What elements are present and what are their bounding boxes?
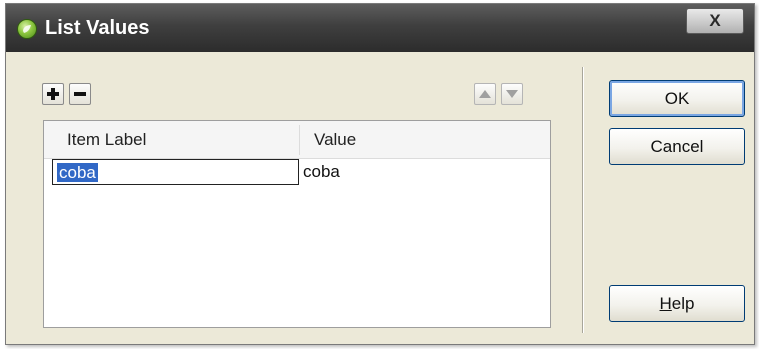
add-item-button[interactable] — [42, 83, 64, 105]
move-up-button[interactable] — [474, 83, 496, 105]
values-list[interactable]: Item Label Value coba coba — [43, 120, 551, 328]
ok-button[interactable]: OK — [609, 80, 745, 117]
minus-icon — [74, 92, 86, 96]
remove-item-button[interactable] — [69, 83, 91, 105]
move-down-button[interactable] — [501, 83, 523, 105]
column-header-value[interactable]: Value — [314, 121, 356, 158]
close-button[interactable]: X — [686, 8, 744, 34]
plus-icon — [47, 88, 59, 100]
help-button[interactable]: Help — [609, 285, 745, 322]
column-divider[interactable] — [299, 125, 300, 155]
item-label-edit-field[interactable]: coba — [52, 159, 299, 185]
triangle-down-icon — [506, 90, 518, 98]
help-button-label: Help — [659, 293, 695, 313]
item-value-cell[interactable]: coba — [303, 159, 340, 185]
list-values-dialog: List Values X Item Label Value coba coba… — [5, 3, 755, 345]
cancel-button[interactable]: Cancel — [609, 128, 745, 165]
column-header-item-label[interactable]: Item Label — [67, 121, 146, 158]
list-header: Item Label Value — [44, 121, 550, 159]
triangle-up-icon — [479, 90, 491, 98]
window-title: List Values — [45, 17, 150, 39]
vertical-separator — [582, 67, 583, 333]
app-icon — [17, 19, 37, 39]
selected-item-label-text[interactable]: coba — [57, 163, 98, 182]
title-bar[interactable]: List Values X — [6, 4, 754, 52]
